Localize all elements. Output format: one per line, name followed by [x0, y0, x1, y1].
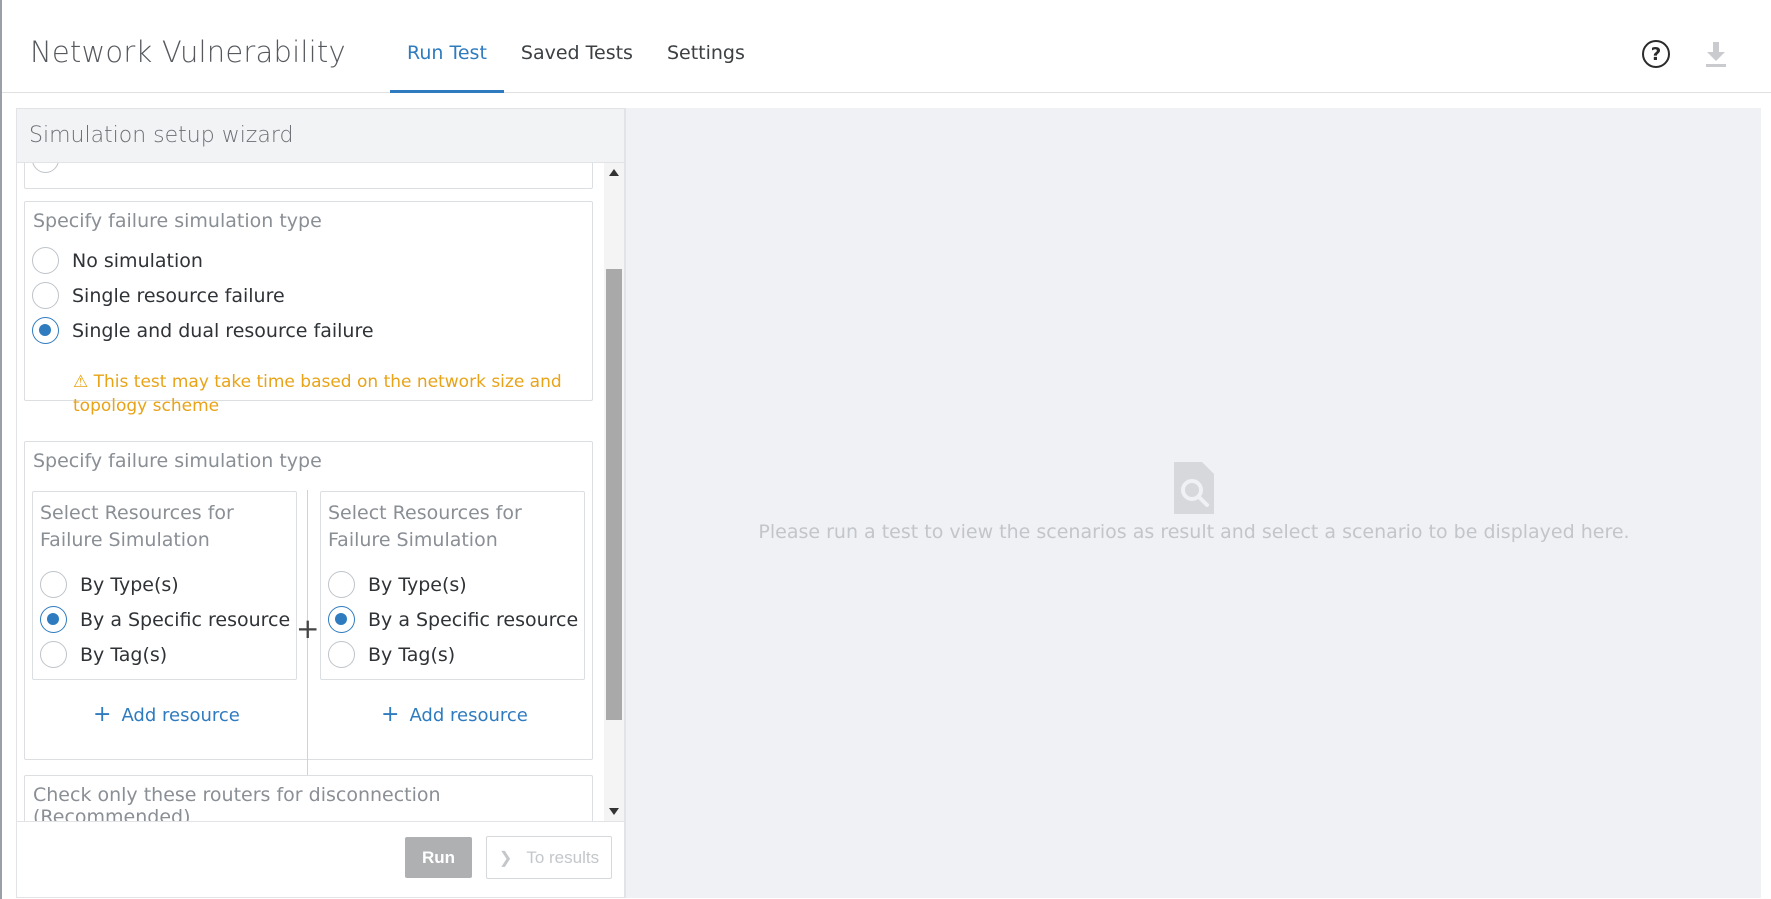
to-results-button[interactable]: ❯ To results — [486, 836, 612, 879]
right-option-by-specific[interactable]: By a Specific resource — [328, 606, 578, 633]
scrollbar-thumb[interactable] — [606, 269, 622, 720]
hidden-radio[interactable] — [32, 163, 59, 173]
left-option-by-type[interactable]: By Type(s) — [40, 571, 179, 598]
empty-state-message: Please run a test to view the scenarios … — [758, 521, 1630, 543]
tab-run-test[interactable]: Run Test — [390, 0, 504, 93]
option-label: By a Specific resource — [368, 608, 579, 631]
wizard-title: Simulation setup wizard — [29, 123, 294, 148]
option-label: No simulation — [72, 249, 203, 272]
option-single-dual-failure[interactable]: Single and dual resource failure — [32, 317, 374, 344]
option-label: By Tag(s) — [80, 643, 168, 666]
plus-icon: + — [93, 702, 112, 727]
option-label: By Type(s) — [368, 573, 467, 596]
to-results-label: To results — [526, 847, 600, 867]
main-tabs: Run Test Saved Tests Settings — [390, 0, 762, 93]
help-circle-icon[interactable]: ? — [1642, 40, 1670, 68]
option-label: Single resource failure — [72, 284, 285, 307]
section-title: Check only these routers for disconnecti… — [33, 784, 441, 821]
app-title: Network Vulnerability — [30, 35, 346, 69]
option-single-failure[interactable]: Single resource failure — [32, 282, 285, 309]
radio-by-type[interactable] — [40, 571, 67, 598]
add-resource-label: Add resource — [121, 704, 240, 726]
section-title: Specify failure simulation type — [33, 210, 322, 232]
radio-by-specific[interactable] — [40, 606, 67, 633]
add-resource-right-button[interactable]: + Add resource — [381, 704, 528, 726]
radio-by-specific[interactable] — [328, 606, 355, 633]
right-option-by-tag[interactable]: By Tag(s) — [328, 641, 455, 668]
resources-section: Specify failure simulation type Select R… — [24, 441, 593, 784]
sub-title: Select Resources for Failure Simulation — [328, 502, 522, 551]
radio-single-failure[interactable] — [32, 282, 59, 309]
add-resource-label: Add resource — [409, 704, 528, 726]
failure-type-section: Specify failure simulation type No simul… — [24, 201, 593, 416]
app-header: Network Vulnerability Run Test Saved Tes… — [2, 0, 1771, 93]
option-label: By a Specific resource — [80, 608, 291, 631]
chevron-right-icon: ❯ — [498, 849, 513, 867]
sub-title: Select Resources for Failure Simulation — [40, 502, 234, 551]
option-label: By Type(s) — [80, 573, 179, 596]
wizard-footer: Run ❯ To results — [17, 821, 624, 897]
scroll-down-arrow-icon[interactable] — [609, 808, 619, 815]
tab-saved-tests[interactable]: Saved Tests — [504, 0, 650, 93]
left-option-by-specific[interactable]: By a Specific resource — [40, 606, 290, 633]
tab-settings[interactable]: Settings — [650, 0, 762, 93]
plus-icon: + — [381, 702, 400, 727]
radio-by-tag[interactable] — [328, 641, 355, 668]
result-panel: Please run a test to view the scenarios … — [625, 108, 1761, 898]
section-title: Specify failure simulation type — [33, 450, 322, 472]
right-option-by-type[interactable]: By Type(s) — [328, 571, 467, 598]
option-label: By Tag(s) — [368, 643, 456, 666]
download-icon[interactable] — [1704, 40, 1728, 68]
routers-section: Check only these routers for disconnecti… — [24, 775, 593, 821]
plus-icon: + — [296, 612, 320, 645]
radio-single-dual-failure[interactable] — [32, 317, 59, 344]
left-option-by-tag[interactable]: By Tag(s) — [40, 641, 167, 668]
option-label: Single and dual resource failure — [72, 319, 374, 342]
scroll-up-arrow-icon[interactable] — [609, 169, 619, 176]
option-no-simulation[interactable]: No simulation — [32, 247, 203, 274]
warning-message: ⚠ This test may take time based on the n… — [73, 372, 562, 416]
file-search-icon — [1174, 462, 1214, 514]
resources-box-right: Select Resources for Failure Simulation … — [320, 491, 585, 680]
add-resource-left-button[interactable]: + Add resource — [93, 704, 240, 726]
wizard-header: Simulation setup wizard — [17, 109, 624, 163]
resources-box-left: Select Resources for Failure Simulation … — [32, 491, 297, 680]
wizard-scroll-area[interactable]: Specify failure simulation type No simul… — [17, 163, 624, 821]
wizard-scrollbar[interactable] — [604, 163, 624, 821]
radio-no-simulation[interactable] — [32, 247, 59, 274]
radio-by-type[interactable] — [328, 571, 355, 598]
window-edge — [0, 0, 2, 899]
simulation-wizard: Simulation setup wizard Specify failure … — [16, 108, 625, 898]
run-button[interactable]: Run — [405, 837, 472, 878]
radio-by-tag[interactable] — [40, 641, 67, 668]
previous-section — [24, 163, 593, 189]
